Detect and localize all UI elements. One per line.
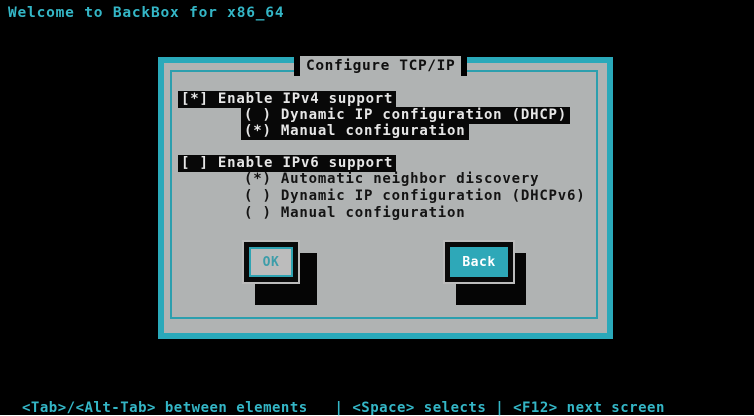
dialog-title: Configure TCP/IP xyxy=(294,56,468,76)
ipv4-manual-radio[interactable]: (*) Manual configuration xyxy=(241,123,469,140)
ok-button-label: OK xyxy=(249,247,293,277)
ipv6-dhcpv6-radio[interactable]: ( ) Dynamic IP configuration (DHCPv6) xyxy=(244,188,585,205)
ipv6-manual-radio[interactable]: ( ) Manual configuration xyxy=(244,205,466,222)
terminal-screen: Welcome to BackBox for x86_64 Configure … xyxy=(0,0,754,402)
back-button-label: Back xyxy=(450,247,508,277)
footer-help-text: <Tab>/<Alt-Tab> between elements | <Spac… xyxy=(22,400,665,416)
ipv6-enable-checkbox[interactable]: [ ] Enable IPv6 support xyxy=(178,155,397,172)
ipv4-enable-checkbox[interactable]: [*] Enable IPv4 support xyxy=(178,91,397,108)
ipv6-autoconf-radio[interactable]: (*) Automatic neighbor discovery xyxy=(244,171,539,188)
back-button[interactable]: Back xyxy=(443,240,515,284)
ipv4-dhcp-radio[interactable]: ( ) Dynamic IP configuration (DHCP) xyxy=(241,107,571,124)
ok-button[interactable]: OK xyxy=(242,240,300,284)
screen-title: Welcome to BackBox for x86_64 xyxy=(8,5,285,21)
